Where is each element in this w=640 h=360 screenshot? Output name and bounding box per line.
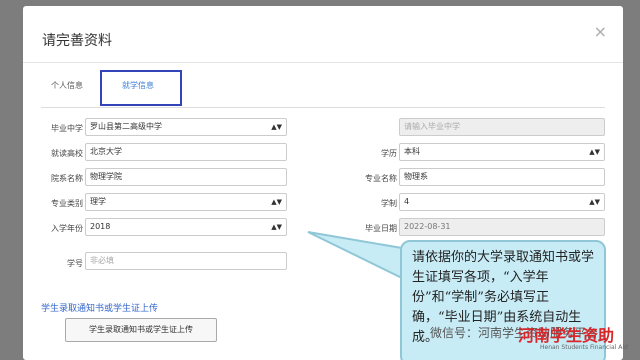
chevron-down-icon: ▲▼ [271, 198, 282, 206]
modal-title: 请完善资料 [42, 33, 112, 49]
callout-pointer [307, 231, 403, 280]
close-icon[interactable]: × [594, 22, 607, 41]
chevron-down-icon: ▲▼ [589, 148, 600, 156]
duration-label: 学制 [381, 199, 397, 208]
title-divider [23, 62, 623, 63]
grad-date-field: 2022-08-31 [399, 218, 605, 236]
upload-button[interactable]: 学生录取通知书或学生证上传 [65, 318, 217, 342]
graduation-school-input[interactable]: 请输入毕业中学 [399, 118, 605, 136]
degree-value: 本科 [404, 147, 420, 156]
chevron-down-icon: ▲▼ [271, 123, 282, 131]
watermark-subtitle: Henan Students Financial Aid [540, 344, 628, 351]
upload-section-title: 学生录取通知书或学生证上传 [41, 304, 159, 314]
student-id-label: 学号 [67, 259, 83, 268]
student-id-input[interactable]: 非必填 [85, 252, 287, 270]
watermark-logo: 河南学生资助 [518, 326, 615, 345]
college-label: 院系名称 [51, 174, 83, 183]
major-type-select[interactable]: 理学 ▲▼ [85, 193, 287, 211]
enroll-year-value: 2018 [90, 222, 111, 231]
major-input[interactable]: 物理系 [399, 168, 605, 186]
degree-label: 学历 [381, 149, 397, 158]
tab-study-info[interactable]: 就学信息 [122, 80, 154, 91]
degree-select[interactable]: 本科 ▲▼ [399, 143, 605, 161]
tab-bar: 个人信息 就学信息 [41, 70, 605, 108]
duration-value: 4 [404, 197, 410, 206]
tab-personal-info[interactable]: 个人信息 [51, 80, 83, 91]
college-input[interactable]: 物理学院 [85, 168, 287, 186]
watermark: 微信号：河南学生资助服务平台 河南学生资助 Henan Students Fin… [430, 322, 640, 360]
chevron-down-icon: ▲▼ [589, 198, 600, 206]
graduation-school-select[interactable]: 罗山县第二高级中学 ▲▼ [85, 118, 287, 136]
duration-select[interactable]: 4 ▲▼ [399, 193, 605, 211]
graduation-school-label: 毕业中学 [51, 124, 83, 133]
enroll-year-select[interactable]: 2018 ▲▼ [85, 218, 287, 236]
major-label: 专业名称 [365, 174, 397, 183]
major-type-value: 理学 [90, 197, 106, 206]
graduation-school-value: 罗山县第二高级中学 [90, 122, 162, 131]
chevron-down-icon: ▲▼ [271, 223, 282, 231]
major-type-label: 专业类别 [51, 199, 83, 208]
university-label: 就读高校 [51, 149, 83, 158]
enroll-year-label: 入学年份 [51, 224, 83, 233]
university-input[interactable]: 北京大学 [85, 143, 287, 161]
